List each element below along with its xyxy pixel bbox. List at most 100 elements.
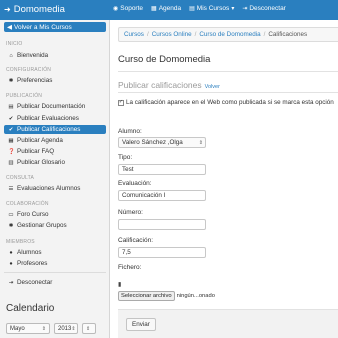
- signout-icon: ⇥: [8, 279, 14, 286]
- select-file-button[interactable]: Seleccionar archivo: [118, 291, 175, 301]
- arrow-left-icon: ◀: [7, 24, 12, 31]
- question-icon: ❓: [8, 148, 15, 155]
- signout-icon: ⇥: [242, 6, 248, 12]
- tipo-field[interactable]: Test: [118, 164, 206, 175]
- back-button-label: Volver a Mis Cursos: [14, 23, 72, 31]
- sidebar-item-label: Bienvenida: [17, 52, 49, 59]
- brand-title: Domomedia: [13, 4, 65, 15]
- file-status: ningún...onado: [176, 293, 215, 299]
- nav-agenda-label: Agenda: [158, 5, 182, 12]
- sidebar-divider: [4, 272, 106, 273]
- sidebar-item-publicar-evaluaciones[interactable]: ✔ Publicar Evaluaciones: [4, 114, 106, 123]
- calendar-icon: ▦: [8, 137, 14, 144]
- top-nav: ◉ Soporte ▦ Agenda ▤ Mis Cursos ▾ ⇥ Desc…: [113, 5, 286, 12]
- calificacion-label: Calificación:: [118, 237, 154, 244]
- gear-icon: ✱: [8, 77, 14, 84]
- tipo-value: Test: [122, 166, 134, 173]
- sidebar-item-label: Publicar Calificaciones: [17, 126, 81, 133]
- title-divider: [118, 71, 338, 72]
- calificacion-field[interactable]: 7,5: [118, 247, 206, 258]
- chevron-updown-icon: ⇕: [86, 325, 91, 332]
- alumno-label: Alumno:: [118, 128, 142, 135]
- nav-mis-cursos-label: Mis Cursos: [196, 5, 230, 12]
- evaluacion-field[interactable]: Comunicación I: [118, 190, 206, 201]
- main-content: Cursos / Cursos Online / Curso de Domome…: [110, 20, 338, 338]
- document-icon: ▤: [8, 103, 14, 110]
- volver-link[interactable]: Volver: [205, 84, 220, 90]
- publish-checkbox-label: La calificación aparece en el Web como p…: [126, 99, 334, 106]
- nav-desconectar[interactable]: ⇥ Desconectar: [242, 5, 286, 12]
- sidebar-item-bienvenida[interactable]: ⌂ Bienvenida: [4, 51, 106, 60]
- sidebar-item-gestionar-grupos[interactable]: ✱ Gestionar Grupos: [4, 221, 106, 230]
- publish-checkbox[interactable]: ✓: [118, 99, 124, 106]
- list-icon: ☰: [8, 185, 14, 192]
- sidebar-item-label: Evaluaciones Alumnos: [17, 185, 81, 192]
- section-divider: [118, 92, 338, 93]
- evaluacion-value: Comunicación I: [122, 192, 166, 199]
- sidebar-item-publicar-faq[interactable]: ❓ Publicar FAQ: [4, 147, 106, 156]
- nav-soporte[interactable]: ◉ Soporte: [113, 5, 143, 12]
- sidebar-item-foro-curso[interactable]: ▭ Foro Curso: [4, 210, 106, 219]
- breadcrumb-cursos-online[interactable]: Cursos Online: [152, 31, 192, 38]
- sidebar-item-label: Publicar Documentación: [17, 103, 86, 110]
- breadcrumb-separator: /: [194, 31, 197, 38]
- brand-link[interactable]: ➜ Domomedia: [4, 4, 65, 15]
- calendar-month-select[interactable]: Mayo ⇕: [6, 323, 50, 334]
- nav-agenda[interactable]: ▦ Agenda: [151, 5, 181, 12]
- chevron-down-icon: ▾: [231, 6, 235, 12]
- breadcrumb-current: Calificaciones: [268, 31, 308, 38]
- sidebar-item-desconectar[interactable]: ⇥ Desconectar: [4, 278, 106, 287]
- section-publicacion: PUBLICACIÓN: [6, 93, 43, 99]
- numero-label: Número:: [118, 209, 143, 216]
- calificacion-value: 7,5: [122, 249, 131, 256]
- book-icon: ▥: [8, 159, 14, 166]
- breadcrumb-cursos[interactable]: Cursos: [124, 31, 144, 38]
- section-title-text: Publicar calificaciones: [118, 80, 202, 90]
- calendar-extra-select[interactable]: ⇕: [82, 323, 96, 334]
- file-upload: Seleccionar archivo ningún...onado: [118, 291, 215, 301]
- nav-mis-cursos[interactable]: ▤ Mis Cursos ▾: [189, 5, 234, 12]
- chevron-updown-icon: ⇕: [41, 325, 46, 332]
- submit-button[interactable]: Enviar: [126, 318, 156, 331]
- section-miembros: MIEMBROS: [6, 239, 35, 245]
- sidebar-item-label: Foro Curso: [17, 211, 49, 218]
- section-colaboracion: COLABORACIÓN: [6, 201, 49, 207]
- alumno-select[interactable]: Valero Sánchez ,Olga ⇕: [118, 137, 206, 148]
- chat-icon: ▭: [8, 211, 14, 218]
- globe-icon: ◉: [113, 6, 119, 12]
- nav-desconectar-label: Desconectar: [249, 5, 286, 12]
- top-navbar: ➜ Domomedia ◉ Soporte ▦ Agenda ▤ Mis Cur…: [0, 0, 338, 20]
- check-icon: ✔: [8, 115, 14, 122]
- sidebar-item-label: Alumnos: [17, 249, 42, 256]
- calendar-icon: ▦: [151, 6, 157, 12]
- evaluacion-label: Evaluación:: [118, 180, 152, 187]
- gear-icon: ✱: [8, 222, 14, 229]
- back-to-courses-button[interactable]: ◀ Volver a Mis Cursos: [4, 22, 106, 32]
- section-inicio: INICIO: [6, 41, 23, 47]
- calendar-year-select[interactable]: 2013 ⇕: [54, 323, 78, 334]
- chevron-updown-icon: ⇕: [71, 325, 76, 332]
- home-icon: ⌂: [9, 52, 13, 59]
- section-configuracion: CONFIGURACIÓN: [6, 67, 52, 73]
- calendar-year-value: 2013: [58, 325, 72, 332]
- sidebar-item-label: Gestionar Grupos: [17, 222, 67, 229]
- arrow-right-icon: ➜: [4, 5, 11, 14]
- sidebar-item-publicar-calificaciones[interactable]: ✔ Publicar Calificaciones: [4, 125, 106, 134]
- sidebar-item-label: Publicar Glosario: [17, 159, 65, 166]
- sidebar-item-publicar-agenda[interactable]: ▦ Publicar Agenda: [4, 136, 106, 145]
- fichero-label: Fichero:: [118, 264, 142, 271]
- sidebar-item-publicar-glosario[interactable]: ▥ Publicar Glosario: [4, 158, 106, 167]
- sidebar-item-profesores[interactable]: ● Profesores: [4, 259, 106, 268]
- sidebar-item-label: Desconectar: [17, 279, 53, 286]
- sidebar-item-publicar-documentacion[interactable]: ▤ Publicar Documentación: [4, 102, 106, 111]
- calendar-title: Calendario: [6, 303, 55, 314]
- sidebar-item-alumnos[interactable]: ● Alumnos: [4, 248, 106, 257]
- sidebar-item-preferencias[interactable]: ✱ Preferencias: [4, 76, 106, 85]
- breadcrumb-curso[interactable]: Curso de Domomedia: [199, 31, 260, 38]
- numero-field[interactable]: [118, 219, 206, 230]
- sidebar-item-evaluaciones-alumnos[interactable]: ☰ Evaluaciones Alumnos: [4, 184, 106, 193]
- sidebar-item-label: Publicar FAQ: [17, 148, 55, 155]
- breadcrumb-separator: /: [146, 31, 149, 38]
- calendar-month-value: Mayo: [10, 325, 25, 332]
- sidebar-item-label: Publicar Evaluaciones: [17, 115, 79, 122]
